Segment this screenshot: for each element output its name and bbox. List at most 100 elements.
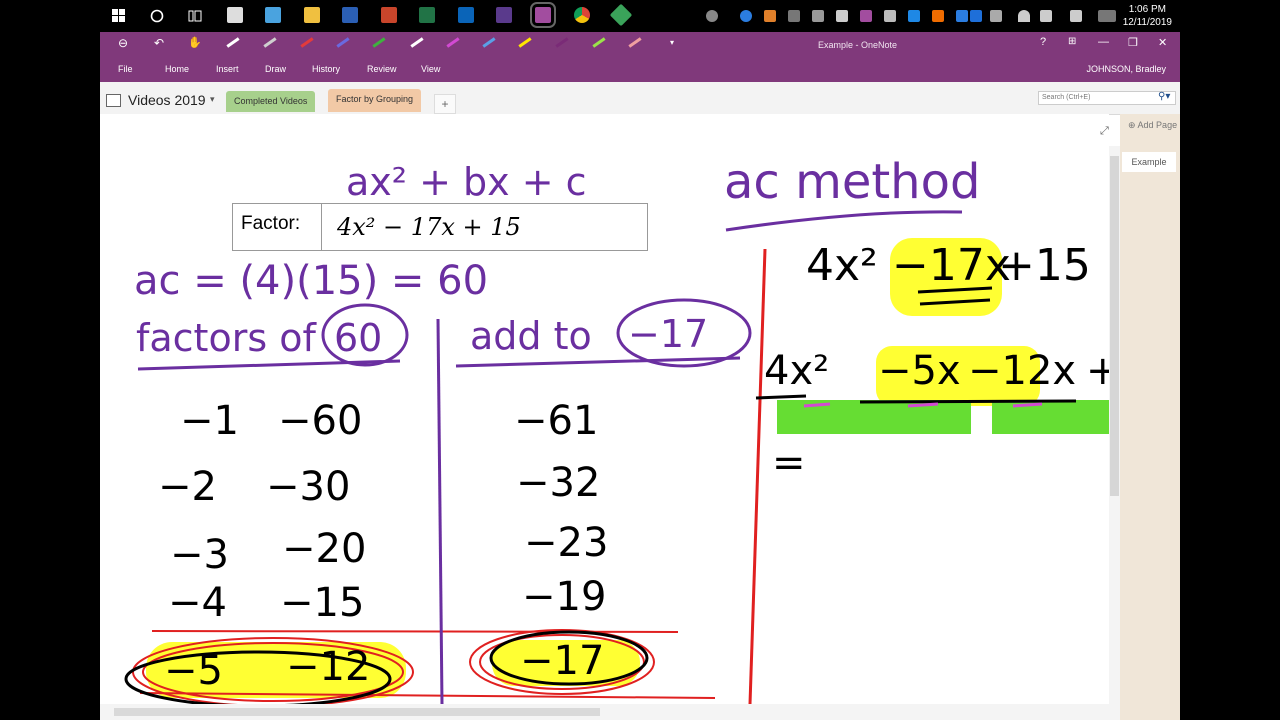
taskbar: 1:06 PM 12/11/2019 [100, 0, 1180, 32]
powerpoint-icon[interactable] [381, 7, 397, 23]
volume-icon[interactable] [1040, 10, 1052, 22]
ribbon: ⊖ ↶ ✋ ▾ Example - OneNote ? ⊞ — ❐ ✕ File… [100, 32, 1180, 82]
vertical-scrollbar[interactable] [1109, 146, 1120, 704]
people-icon[interactable] [706, 10, 718, 22]
rewrite-term-1: 4x² [806, 240, 878, 291]
split-term-2: −5x [878, 348, 961, 394]
pen-7-icon[interactable] [446, 37, 460, 48]
green-box-right [992, 400, 1109, 434]
note-canvas[interactable]: ax² + bx + c Factor: 4x² − 17x + 15 ac =… [100, 114, 1109, 704]
battery-icon[interactable] [990, 10, 1002, 22]
menu-insert[interactable]: Insert [216, 64, 239, 74]
notebook-caret-icon[interactable]: ▾ [210, 94, 215, 105]
pen-1-icon[interactable] [226, 37, 240, 48]
add-target: −17 [628, 312, 709, 356]
tray-orange-icon[interactable] [932, 10, 944, 22]
file-explorer-icon[interactable] [304, 7, 320, 23]
rewrite-term-2: −17x [892, 240, 1011, 291]
pen-6-icon[interactable] [410, 37, 424, 48]
pair-2-a: −2 [158, 464, 217, 510]
tray-app-icon[interactable] [740, 10, 752, 22]
screen: 1:06 PM 12/11/2019 ⊖ ↶ ✋ ▾ Example - One… [100, 0, 1180, 720]
brave-icon[interactable] [764, 10, 776, 22]
visual-studio-icon[interactable] [496, 7, 512, 23]
pen-12-icon[interactable] [628, 37, 642, 48]
pair-2-b: −30 [266, 464, 351, 510]
sum-5: −17 [520, 638, 605, 684]
menu-file[interactable]: File [118, 64, 133, 74]
expand-icon[interactable]: ⤢ [1100, 125, 1109, 138]
add-heading: add to [470, 314, 592, 358]
red-divider [748, 248, 767, 704]
menu-home[interactable]: Home [165, 64, 189, 74]
close-button[interactable]: ✕ [1158, 36, 1167, 49]
tray-cloud-icon[interactable] [788, 10, 800, 22]
task-view-icon[interactable] [188, 9, 202, 23]
help-button[interactable]: ? [1040, 36, 1046, 48]
rewrite-term-3: +15 [998, 240, 1091, 291]
pen-11-icon[interactable] [592, 37, 606, 48]
factor-box: Factor: 4x² − 17x + 15 [232, 203, 648, 251]
menu-draw[interactable]: Draw [265, 64, 286, 74]
cortana-icon[interactable] [150, 9, 164, 23]
tray-m-icon[interactable] [970, 10, 982, 22]
notebook-icon[interactable] [106, 94, 121, 107]
pen-10-icon[interactable] [555, 37, 569, 48]
app-icon[interactable] [609, 3, 633, 27]
windows-start-icon[interactable] [112, 9, 126, 23]
clock[interactable]: 1:06 PM 12/11/2019 [1123, 3, 1172, 29]
menu-history[interactable]: History [312, 64, 340, 74]
wifi-icon[interactable] [1018, 10, 1030, 22]
user-name[interactable]: JOHNSON, Bradley [1086, 64, 1166, 74]
split-term-1: 4x² [764, 348, 830, 394]
pair-3-b: −20 [282, 526, 367, 572]
page-item-example[interactable]: Example [1122, 152, 1176, 172]
horizontal-scroll-thumb[interactable] [114, 708, 600, 716]
pen-3-icon[interactable] [300, 37, 314, 48]
tray-battery-icon[interactable] [884, 10, 896, 22]
pen-tray-icon[interactable] [1070, 10, 1082, 22]
menu-review[interactable]: Review [367, 64, 397, 74]
method-title: ac method [724, 154, 981, 210]
restore-button[interactable]: ❐ [1128, 36, 1138, 49]
vertical-scroll-thumb[interactable] [1110, 156, 1119, 496]
tray-onenote-icon[interactable] [860, 10, 872, 22]
pair-5-b: −12 [286, 644, 371, 690]
bluetooth-icon[interactable] [956, 10, 968, 22]
purple-divider [436, 318, 444, 704]
lasso-select-icon[interactable]: ✋ [188, 36, 202, 49]
pen-8-icon[interactable] [482, 37, 496, 48]
menu-view[interactable]: View [421, 64, 440, 74]
horizontal-scrollbar[interactable] [100, 704, 1120, 720]
dropbox-icon[interactable] [908, 10, 920, 22]
section-tab-completed-videos[interactable]: Completed Videos [226, 91, 316, 112]
pen-5-icon[interactable] [372, 37, 386, 48]
factors-heading: factors of [136, 316, 316, 360]
pens-more-caret[interactable]: ▾ [670, 38, 674, 47]
pair-5-a: −5 [164, 648, 223, 694]
paint-icon[interactable] [265, 7, 281, 23]
back-button[interactable]: ⊖ [118, 36, 128, 50]
outlook-icon[interactable] [458, 7, 474, 23]
pen-2-icon[interactable] [263, 37, 277, 48]
calculator-icon[interactable] [227, 7, 243, 23]
word-icon[interactable] [342, 7, 358, 23]
notebook-name[interactable]: Videos 2019 [128, 92, 206, 108]
excel-icon[interactable] [419, 7, 435, 23]
tray-shield-icon[interactable] [812, 10, 824, 22]
fullscreen-icon[interactable]: ⊞ [1068, 36, 1076, 47]
chrome-icon[interactable] [574, 7, 590, 23]
minimize-button[interactable]: — [1098, 36, 1109, 48]
tray-security-icon[interactable] [836, 10, 848, 22]
add-page-button[interactable]: ⊕ Add Page [1128, 120, 1177, 131]
add-section-button[interactable]: + [434, 94, 456, 114]
pen-4-icon[interactable] [336, 37, 350, 48]
undo-button[interactable]: ↶ [154, 36, 164, 50]
factor-expression: 4x² − 17x + 15 [337, 213, 521, 241]
pen-9-icon[interactable] [518, 37, 532, 48]
onenote-icon[interactable] [530, 2, 556, 28]
keyboard-icon[interactable] [1098, 10, 1116, 22]
section-tab-factor-by-grouping[interactable]: Factor by Grouping [328, 89, 422, 112]
search-icon[interactable]: ⚲▾ [1158, 91, 1170, 102]
search-input[interactable]: Search (Ctrl+E) [1038, 91, 1176, 105]
